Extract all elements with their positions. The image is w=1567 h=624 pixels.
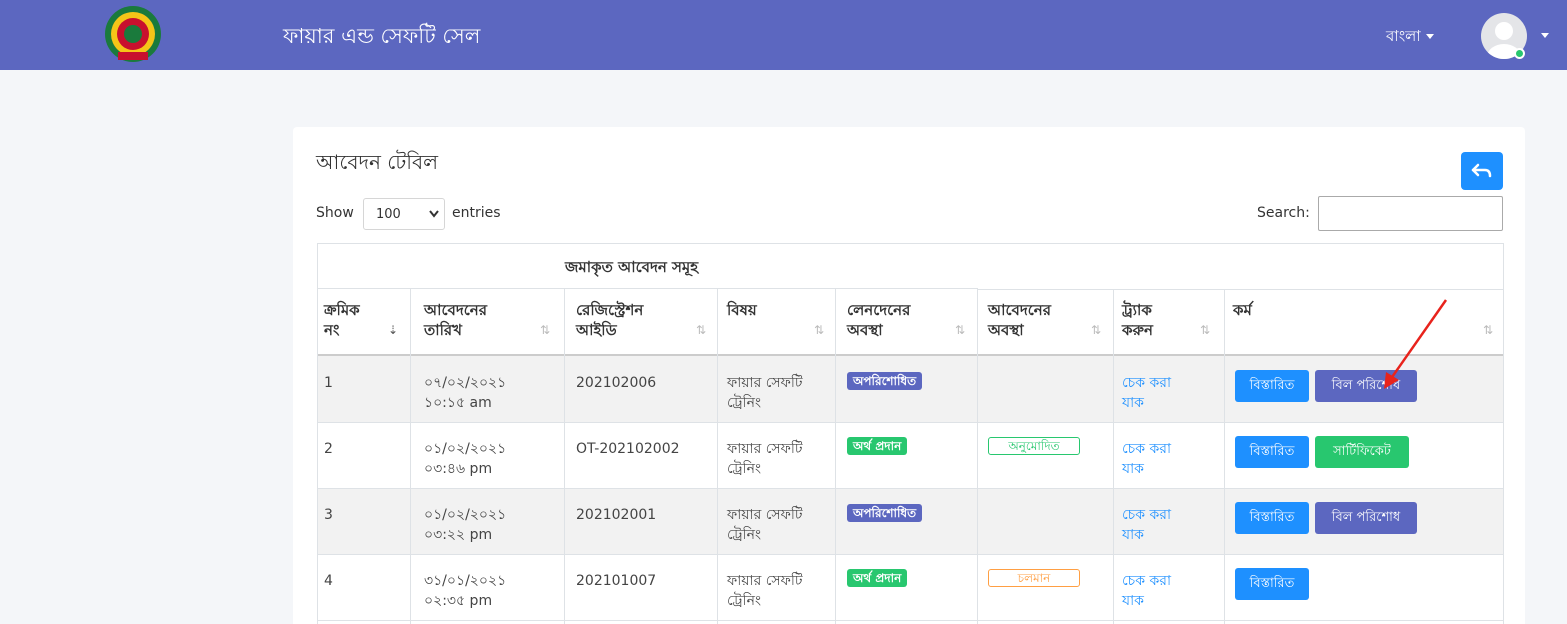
back-button[interactable]: [1461, 152, 1503, 190]
cell-subject: ফায়ার সেফটি ট্রেনিং: [727, 375, 803, 411]
sort-icon[interactable]: ⇅: [1091, 323, 1101, 337]
cell-date: ৩১/০১/২০২১ ০২:৩৫ pm: [424, 573, 507, 609]
pay-bill-button[interactable]: বিল পরিশোধ: [1315, 502, 1417, 534]
divider: [1224, 289, 1225, 624]
cell-serial: 1: [324, 375, 333, 391]
sort-icon[interactable]: ⇅: [955, 323, 965, 337]
divider: [977, 289, 978, 624]
sort-asc-icon[interactable]: ⇣: [388, 323, 398, 337]
divider: [410, 289, 411, 624]
track-link[interactable]: চেক করা যাক: [1122, 439, 1171, 479]
column-header-action[interactable]: কর্ম: [1233, 300, 1252, 320]
cell-reg-id: OT-202102002: [576, 441, 680, 457]
cell-date: ০৭/০২/২০২১ ১০:১৫ am: [424, 375, 507, 411]
back-arrow-icon: [1471, 163, 1492, 178]
column-header-track[interactable]: ট্র্যাক করুন: [1122, 300, 1153, 340]
sort-icon[interactable]: ⇅: [1200, 323, 1210, 337]
search-input[interactable]: [1318, 196, 1503, 231]
entries-label: entries: [452, 205, 501, 221]
cell-subject: ফায়ার সেফটি ট্রেনিং: [727, 507, 803, 543]
details-button[interactable]: বিস্তারিত: [1235, 502, 1309, 534]
divider: [978, 289, 1504, 290]
column-header-status[interactable]: আবেদনের অবস্থা: [988, 300, 1051, 340]
sort-icon[interactable]: ⇅: [696, 323, 706, 337]
payment-status-badge: অর্থ প্রদান: [847, 437, 908, 455]
divider: [564, 289, 565, 624]
sort-icon[interactable]: ⇅: [1483, 323, 1493, 337]
cell-serial: 2: [324, 441, 333, 457]
top-navbar: [0, 0, 1567, 70]
column-header-serial[interactable]: ক্রমিক নং: [324, 300, 360, 340]
divider: [318, 288, 978, 289]
column-header-date[interactable]: আবেদনের তারিখ: [424, 300, 487, 340]
show-label: Show: [316, 205, 354, 221]
track-link[interactable]: চেক করা যাক: [1122, 505, 1171, 545]
details-button[interactable]: বিস্তারিত: [1235, 436, 1309, 468]
cell-serial: 3: [324, 507, 333, 523]
cell-date: ০১/০২/২০২১ ০৩:৪৬ pm: [424, 441, 507, 477]
language-dropdown[interactable]: বাংলা: [1386, 25, 1434, 50]
divider: [318, 488, 1503, 489]
online-status-dot: [1514, 48, 1525, 59]
column-header-payment[interactable]: লেনদেনের অবস্থা: [847, 300, 910, 340]
cell-serial: 4: [324, 573, 333, 589]
language-label: বাংলা: [1386, 27, 1421, 45]
track-link[interactable]: চেক করা যাক: [1122, 373, 1171, 413]
page-title: আবেদন টেবিল: [316, 150, 439, 174]
application-status-badge: অনুমোদিত: [988, 437, 1080, 455]
logo-emblem[interactable]: [103, 2, 163, 66]
language-caret-icon: [1425, 34, 1434, 39]
sort-icon[interactable]: ⇅: [540, 323, 550, 337]
column-header-reg-id[interactable]: রেজিস্ট্রেশন আইডি: [576, 300, 643, 340]
cell-reg-id: 202101007: [576, 573, 657, 589]
details-button[interactable]: বিস্তারিত: [1235, 370, 1309, 402]
divider: [318, 422, 1503, 423]
divider: [835, 289, 836, 624]
cell-reg-id: 202102001: [576, 507, 657, 523]
cell-date: ০১/০২/২০২১ ০৩:২২ pm: [424, 507, 507, 543]
divider: [1113, 289, 1114, 624]
user-menu-caret-icon[interactable]: [1541, 33, 1549, 38]
cell-reg-id: 202102006: [576, 375, 657, 391]
brand-title[interactable]: ফায়ার এন্ড সেফটি সেল: [283, 20, 480, 55]
divider: [318, 620, 1503, 621]
chevron-down-icon: [429, 210, 439, 218]
payment-status-badge: অর্থ প্রদান: [847, 569, 908, 587]
details-button[interactable]: বিস্তারিত: [1235, 568, 1309, 600]
divider: [717, 289, 718, 624]
red-arrow-annotation: [1384, 299, 1448, 389]
payment-status-badge: অপরিশোধিত: [847, 372, 923, 390]
divider: [318, 554, 1503, 555]
table-group-header: জমাকৃত আবেদন সমূহ: [565, 258, 699, 276]
track-link[interactable]: চেক করা যাক: [1122, 571, 1171, 611]
cell-subject: ফায়ার সেফটি ট্রেনিং: [727, 573, 803, 609]
payment-status-badge: অপরিশোধিত: [847, 504, 923, 522]
sort-icon[interactable]: ⇅: [814, 323, 824, 337]
column-header-subject[interactable]: বিষয়: [727, 300, 757, 320]
certificate-button[interactable]: সার্টিফিকেট: [1315, 436, 1409, 468]
cell-subject: ফায়ার সেফটি ট্রেনিং: [727, 441, 803, 477]
application-status-badge: চলমান: [988, 569, 1080, 587]
search-label: Search:: [1257, 205, 1310, 221]
